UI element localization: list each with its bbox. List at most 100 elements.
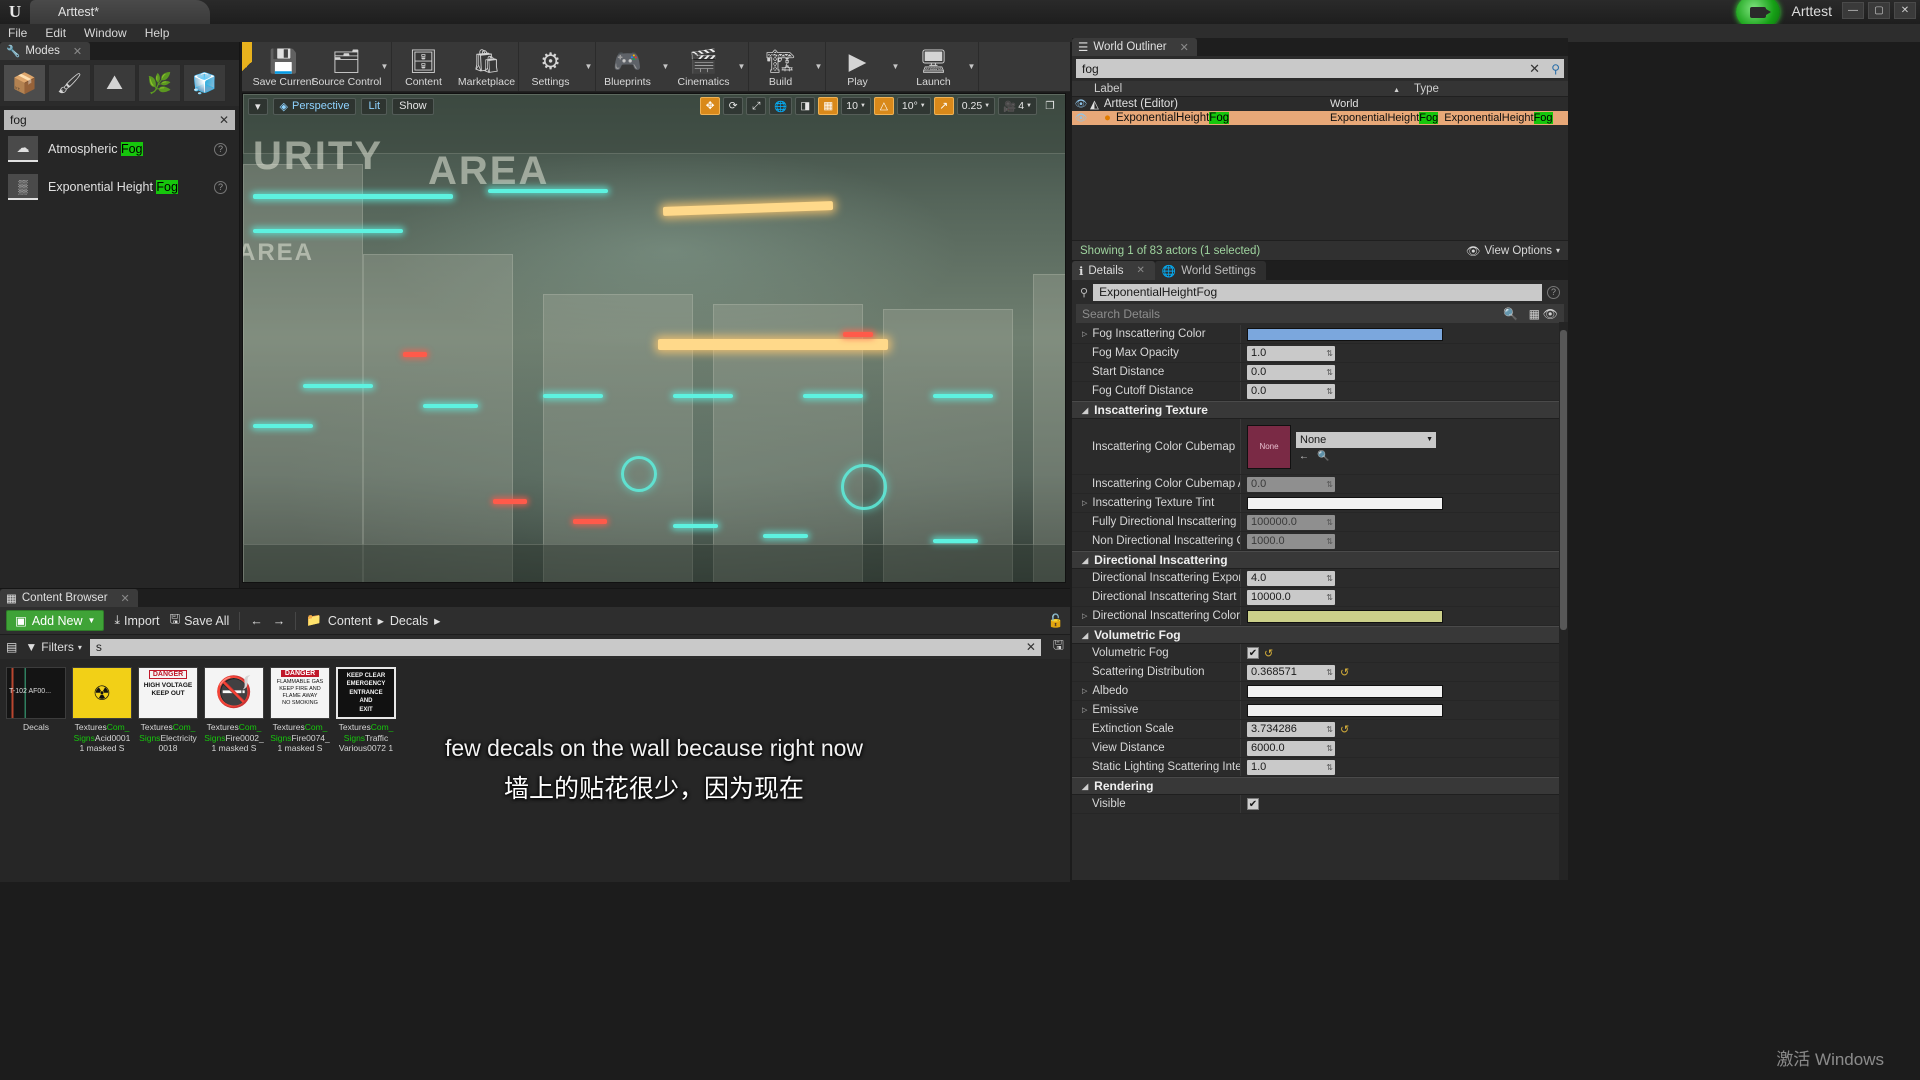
project-tab[interactable]: Arttest* [30, 0, 210, 24]
landscape-mode-button[interactable]: ⛰ [93, 64, 136, 102]
asset-thumbnail[interactable]: DANGER FLAMMABLE GAS KEEP FIRE AND FLAME … [270, 667, 330, 719]
menu-file[interactable]: File [8, 26, 27, 40]
property-directional-inscattering-color[interactable]: ▷ Directional Inscattering Color [1072, 607, 1568, 626]
property-value[interactable]: 3.734286 ⇅ ↺ [1240, 720, 1568, 738]
grid-icon[interactable]: ▦ [1529, 307, 1540, 321]
mode-item-atmospheric-fog[interactable]: ☁ Atmospheric Fog ? [0, 130, 239, 168]
help-icon[interactable]: ? [214, 180, 227, 194]
color-swatch[interactable] [1247, 327, 1443, 341]
pin-icon[interactable]: ⚲ [1551, 62, 1560, 76]
property-non-directional-inscattering-color-distance[interactable]: Non Directional Inscattering Color Dist … [1072, 532, 1568, 551]
viewport-camera-mode-button[interactable]: ◈ Perspective [272, 97, 357, 115]
outliner-row-exponentialheightfog[interactable]: 👁 ● ExponentialHeightFog ExponentialHeig… [1072, 111, 1568, 125]
tab-details[interactable]: ℹ Details ✕ [1072, 261, 1155, 280]
scale-gizmo-button[interactable]: ⤢ [746, 97, 767, 115]
transform-gizmo-button[interactable]: ✥ [700, 97, 721, 115]
grid-snap-toggle[interactable]: ▦ [818, 97, 839, 115]
filters-list-icon[interactable]: ▤ [6, 640, 17, 654]
section-volumetric-fog[interactable]: ◢ Volumetric Fog [1072, 626, 1568, 644]
save-all-button[interactable]: 🖫 Save All [169, 610, 229, 631]
import-button[interactable]: ⤓ Import [114, 613, 159, 628]
asset-thumbnail[interactable]: ☢ [72, 667, 132, 719]
actor-name-input[interactable] [1093, 283, 1542, 301]
property-value[interactable]: ✔ [1240, 795, 1568, 813]
cinematics-dropdown-icon[interactable]: ▼ [735, 42, 748, 91]
breadcrumb-content[interactable]: Content [328, 614, 372, 628]
property-directional-inscattering-exponent[interactable]: Directional Inscattering Exponent 4.0⇅ [1072, 569, 1568, 588]
section-inscattering-texture[interactable]: ◢ Inscattering Texture [1072, 401, 1568, 419]
angle-snap-toggle[interactable]: △ [873, 97, 894, 115]
collapse-triangle-icon[interactable]: ◢ [1082, 782, 1088, 791]
property-static-lighting-scattering-intensity[interactable]: Static Lighting Scattering Intensity 1.0… [1072, 758, 1568, 777]
save-current-button[interactable]: 💾 Save Current [252, 42, 315, 91]
play-button[interactable]: ▶ Play [826, 42, 889, 91]
launch-button[interactable]: 🖥 Launch [902, 42, 965, 91]
asset-thumbnail[interactable]: T-102 AF00... [6, 667, 66, 719]
scale-snap-value[interactable]: 0.25 ▼ [956, 97, 996, 115]
close-icon[interactable]: ✕ [1137, 265, 1145, 276]
close-button[interactable]: ✕ [1894, 2, 1916, 19]
scale-snap-toggle[interactable]: ↗ [933, 97, 954, 115]
property-fog-max-opacity[interactable]: Fog Max Opacity 1.0 ⇅ [1072, 344, 1568, 363]
add-new-button[interactable]: ▣ Add New ▼ [6, 610, 105, 631]
build-button[interactable]: 🏗 Build [749, 42, 812, 91]
world-space-button[interactable]: 🌐 [769, 97, 793, 115]
browse-icon[interactable]: 🔍 [1317, 451, 1329, 462]
revert-icon[interactable]: ↺ [1264, 647, 1273, 660]
details-scrollbar[interactable] [1559, 322, 1568, 880]
collapse-triangle-icon[interactable]: ◢ [1082, 631, 1088, 640]
tab-modes[interactable]: 🔧 Modes ✕ [0, 42, 91, 60]
details-search-input[interactable]: Search Details 🔍 ▦ 👁 [1076, 304, 1564, 323]
tab-content-browser[interactable]: ▦ Content Browser ✕ [0, 589, 138, 607]
asset-item[interactable]: DANGER HIGH VOLTAGE KEEP OUT TexturesCom_… [138, 667, 198, 754]
clear-icon[interactable]: ✕ [1529, 61, 1540, 77]
source-control-dropdown-icon[interactable]: ▼ [378, 42, 391, 91]
cinematics-button[interactable]: 🎬 Cinematics [672, 42, 735, 91]
expand-triangle-icon[interactable]: ▷ [1082, 499, 1087, 507]
modes-search-input[interactable]: fog ✕ [4, 110, 235, 130]
property-value[interactable] [1240, 701, 1568, 719]
asset-thumbnail[interactable]: 🚭 [204, 667, 264, 719]
property-value[interactable]: 0.368571 ⇅ ↺ [1240, 663, 1568, 681]
content-search-input[interactable]: s ✕ [89, 638, 1041, 656]
visibility-eye-icon[interactable]: 👁 [1072, 113, 1090, 124]
help-icon[interactable]: ? [1547, 285, 1560, 299]
color-swatch[interactable] [1247, 609, 1443, 623]
property-emissive[interactable]: ▷ Emissive [1072, 701, 1568, 720]
mode-item-exponential-height-fog[interactable]: ▒ Exponential Height Fog ? [0, 168, 239, 206]
property-view-distance[interactable]: View Distance 6000.0 ⇅ [1072, 739, 1568, 758]
asset-thumbnail[interactable]: None [1247, 424, 1291, 469]
asset-thumbnail[interactable]: DANGER HIGH VOLTAGE KEEP OUT [138, 667, 198, 719]
camera-speed-control[interactable]: 🎥 4 ▼ [998, 97, 1037, 115]
revert-icon[interactable]: ↺ [1340, 723, 1349, 736]
expand-triangle-icon[interactable]: ▷ [1082, 612, 1087, 620]
numeric-input[interactable]: 1.0 ⇅ [1247, 759, 1335, 775]
property-inscattering-color-cubemap-angle[interactable]: Inscattering Color Cubemap Angle 0.0⇅ [1072, 475, 1568, 494]
blueprints-dropdown-icon[interactable]: ▼ [659, 42, 672, 91]
numeric-input[interactable]: 0.0 ⇅ [1247, 383, 1335, 399]
breadcrumb-decals[interactable]: Decals [390, 614, 428, 628]
marketplace-button[interactable]: 🛍 Marketplace [455, 42, 518, 91]
property-visible[interactable]: Visible ✔ [1072, 795, 1568, 814]
property-value[interactable]: 100000.0 ⇅ [1240, 513, 1568, 531]
close-icon[interactable]: ✕ [1180, 41, 1189, 54]
property-value[interactable] [1240, 682, 1568, 700]
clear-icon[interactable]: ✕ [1026, 640, 1036, 654]
build-dropdown-icon[interactable]: ▼ [812, 42, 825, 91]
property-fog-cutoff-distance[interactable]: Fog Cutoff Distance 0.0 ⇅ [1072, 382, 1568, 401]
checkbox[interactable]: ✔ [1247, 647, 1259, 659]
numeric-input[interactable]: 10000.0 ⇅ [1247, 589, 1335, 605]
menu-help[interactable]: Help [145, 26, 170, 40]
angle-snap-value[interactable]: 10° ▼ [896, 97, 931, 115]
numeric-input[interactable]: 0.368571 ⇅ [1247, 664, 1335, 680]
expand-triangle-icon[interactable]: ▷ [1082, 330, 1087, 338]
paint-mode-button[interactable]: 🖌 [48, 64, 91, 102]
property-value[interactable]: 1.0 ⇅ [1240, 758, 1568, 776]
eye-icon[interactable]: 👁 [1543, 307, 1558, 321]
viewport-options-button[interactable]: ▾ [248, 97, 268, 115]
place-mode-button[interactable]: 📦 [3, 64, 46, 102]
property-inscattering-color-cubemap[interactable]: Inscattering Color Cubemap None None ▼ ←… [1072, 419, 1568, 475]
view-options-button[interactable]: 👁 View Options ▾ [1466, 244, 1560, 258]
blueprints-button[interactable]: 🎮 Blueprints [596, 42, 659, 91]
filters-button[interactable]: ▼ Filters ▾ [25, 640, 82, 654]
